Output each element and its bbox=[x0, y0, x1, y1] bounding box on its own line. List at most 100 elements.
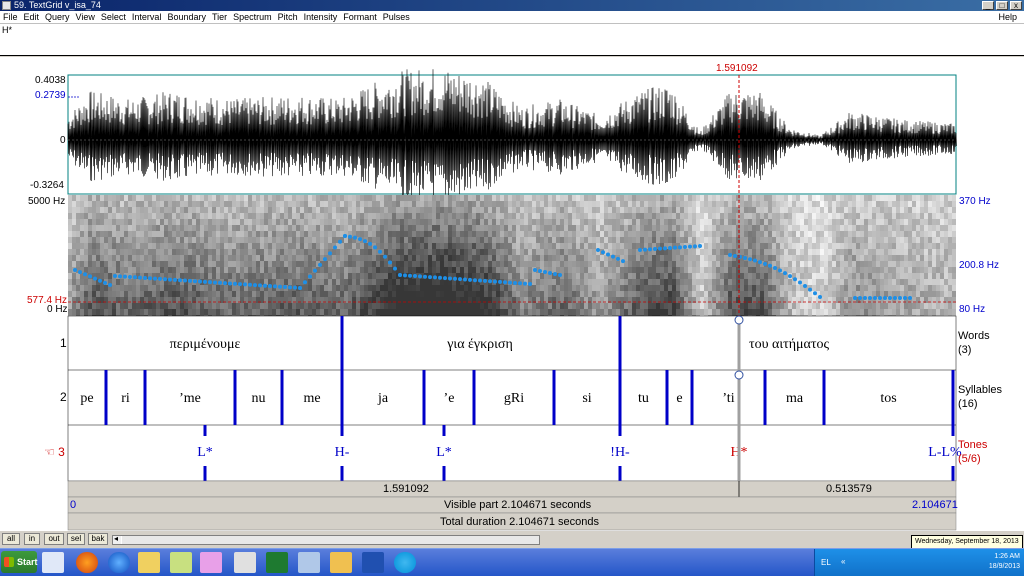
pitch-point bbox=[683, 245, 687, 249]
left-segment-duration[interactable]: 1.591092 bbox=[383, 483, 429, 495]
editor-canvas[interactable]: περιμένουμε για έγκριση του αιτήματος pe ri ’… bbox=[0, 57, 1024, 531]
start-button[interactable]: Start bbox=[1, 551, 38, 573]
taskbar: Start EL « 1:26 AM 18/9/2013 bbox=[0, 548, 1024, 576]
pitch-point bbox=[763, 261, 767, 266]
zoom-back-button[interactable]: bak bbox=[88, 533, 108, 545]
syllable-label: si bbox=[582, 391, 591, 406]
menu-help[interactable]: Help bbox=[995, 11, 1020, 24]
pitch-point bbox=[748, 257, 752, 262]
menu-formant[interactable]: Formant bbox=[340, 11, 380, 24]
pitch-point bbox=[533, 268, 537, 272]
pitch-point bbox=[798, 280, 802, 285]
pitch-point bbox=[263, 283, 267, 288]
explorer-icon[interactable] bbox=[138, 552, 160, 573]
pitch-point bbox=[658, 246, 662, 251]
pitch-point bbox=[218, 280, 222, 285]
menu-view[interactable]: View bbox=[73, 11, 98, 24]
menu-file[interactable]: File bbox=[0, 11, 21, 24]
menu-select[interactable]: Select bbox=[98, 11, 129, 24]
pitch-point bbox=[253, 283, 257, 288]
ie-icon[interactable] bbox=[108, 552, 130, 573]
menu-interval[interactable]: Interval bbox=[129, 11, 165, 24]
tier-2-number[interactable]: 2 bbox=[60, 390, 67, 404]
firefox-icon[interactable] bbox=[76, 552, 98, 573]
clock[interactable]: 1:26 AM 18/9/2013 bbox=[989, 552, 1020, 572]
spectrogram-min-label: 0 Hz bbox=[47, 304, 68, 315]
menu-tier[interactable]: Tier bbox=[209, 11, 230, 24]
pitch-point bbox=[493, 279, 497, 284]
language-indicator[interactable]: EL bbox=[821, 558, 831, 567]
excel-icon[interactable] bbox=[266, 552, 288, 573]
scroll-left-arrow-icon[interactable]: ◂ bbox=[114, 534, 118, 543]
zoom-sel-button[interactable]: sel bbox=[67, 533, 85, 545]
pitch-point bbox=[448, 276, 452, 281]
horizontal-scrollbar[interactable]: ◂ bbox=[112, 534, 540, 545]
folder-icon[interactable] bbox=[170, 552, 192, 573]
window-title: 59. TextGrid v_isa_74 bbox=[14, 0, 101, 10]
pitch-point bbox=[596, 248, 600, 252]
menu-intensity[interactable]: Intensity bbox=[301, 11, 341, 24]
tier-1-number[interactable]: 1 bbox=[60, 336, 67, 350]
visible-end-time: 2.104671 bbox=[912, 499, 958, 511]
tier-2-name: Syllables bbox=[958, 384, 1003, 396]
pitch-point bbox=[418, 274, 422, 279]
menu-edit[interactable]: Edit bbox=[21, 11, 43, 24]
pitch-point bbox=[788, 274, 792, 279]
close-button[interactable]: x bbox=[1010, 1, 1022, 10]
pitch-point bbox=[333, 245, 337, 250]
pitch-point bbox=[606, 252, 610, 257]
menu-pitch[interactable]: Pitch bbox=[275, 11, 301, 24]
minimize-button[interactable]: _ bbox=[982, 1, 994, 10]
paint-icon[interactable] bbox=[200, 552, 222, 573]
visible-part-label[interactable]: Visible part 2.104671 seconds bbox=[444, 499, 591, 511]
maximize-button[interactable]: □ bbox=[996, 1, 1008, 10]
pitch-point bbox=[888, 296, 892, 300]
tray-expand-icon[interactable]: « bbox=[841, 557, 845, 566]
pitch-max-label: 370 Hz bbox=[959, 196, 991, 207]
pitch-point bbox=[518, 281, 522, 286]
pitch-point bbox=[793, 277, 797, 282]
scrollbar-thumb[interactable] bbox=[121, 536, 539, 544]
pitch-point bbox=[393, 266, 397, 271]
menu-spectrum[interactable]: Spectrum bbox=[230, 11, 275, 24]
zoom-out-button[interactable]: out bbox=[44, 533, 64, 545]
menu-pulses[interactable]: Pulses bbox=[380, 11, 413, 24]
menu-boundary[interactable]: Boundary bbox=[164, 11, 209, 24]
pitch-point bbox=[398, 273, 402, 277]
tier-3-count: (5/6) bbox=[958, 453, 981, 465]
menu-query[interactable]: Query bbox=[42, 11, 73, 24]
pitch-point bbox=[383, 254, 387, 259]
pitch-point bbox=[288, 285, 292, 290]
pitch-point bbox=[313, 268, 317, 273]
interval-text-field[interactable]: H* bbox=[0, 24, 1024, 56]
pitch-point bbox=[203, 279, 207, 284]
pitch-point bbox=[123, 274, 127, 279]
pitch-point bbox=[303, 280, 307, 285]
pitch-point bbox=[423, 274, 427, 279]
window-icon[interactable] bbox=[298, 552, 320, 573]
title-bar: 59. TextGrid v_isa_74 _ □ x bbox=[0, 0, 1024, 11]
syllable-label: ’me bbox=[179, 391, 201, 406]
pitch-point bbox=[903, 296, 907, 300]
total-duration-label[interactable]: Total duration 2.104671 seconds bbox=[440, 516, 599, 528]
skype-icon[interactable] bbox=[394, 552, 416, 573]
right-segment-duration[interactable]: 0.513579 bbox=[826, 483, 872, 495]
excel-chart-icon[interactable] bbox=[234, 552, 256, 573]
pitch-point bbox=[208, 280, 212, 285]
zoom-in-button[interactable]: in bbox=[24, 533, 40, 545]
zoom-all-button[interactable]: all bbox=[2, 533, 20, 545]
pitch-point bbox=[621, 259, 625, 264]
media-player-icon[interactable] bbox=[42, 552, 64, 573]
tier-3-number[interactable]: ☜ 3 bbox=[44, 445, 65, 459]
word-icon[interactable] bbox=[362, 552, 384, 573]
pitch-point bbox=[133, 275, 137, 280]
pitch-point bbox=[503, 280, 507, 285]
syllable-label: tu bbox=[638, 391, 649, 406]
date-tooltip: Wednesday, September 18, 2013 bbox=[911, 535, 1023, 549]
pitch-point bbox=[258, 283, 262, 288]
pitch-point bbox=[278, 284, 282, 289]
notes-icon[interactable] bbox=[330, 552, 352, 573]
pitch-point bbox=[693, 244, 697, 249]
editor-area[interactable]: περιμένουμε για έγκριση του αιτήματος pe ri ’… bbox=[0, 57, 1024, 531]
praat-textgrid-window: 59. TextGrid v_isa_74 _ □ x File Edit Quer… bbox=[0, 0, 1024, 576]
